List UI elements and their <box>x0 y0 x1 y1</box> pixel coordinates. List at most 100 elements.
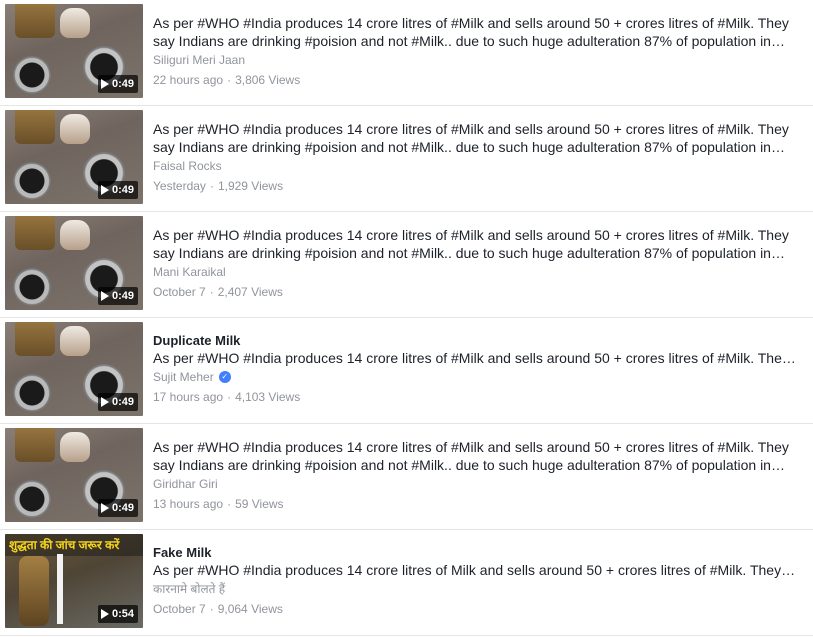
video-duration-badge: 0:49 <box>97 181 138 199</box>
video-timestamp[interactable]: October 7 <box>153 602 206 616</box>
video-stats: 13 hours ago · 59 Views <box>153 496 798 512</box>
video-stats: October 7 · 2,407 Views <box>153 284 798 300</box>
video-author[interactable]: Faisal Rocks <box>153 158 798 174</box>
hand-shape <box>60 8 90 38</box>
video-view-count: 59 Views <box>235 497 284 511</box>
play-icon <box>100 609 109 619</box>
separator-dot: · <box>209 285 214 299</box>
video-duration-badge: 0:54 <box>97 605 138 623</box>
video-timestamp[interactable]: Yesterday <box>153 179 206 193</box>
video-meta: As per #WHO #India produces 14 crore lit… <box>153 438 798 512</box>
video-list-item[interactable]: शुद्धता की जांच जरूर करें 0:54 Fake Milk As… <box>0 530 813 636</box>
video-meta: Fake Milk As per #WHO #India produces 14 … <box>153 544 798 617</box>
jar-shape <box>15 428 55 462</box>
video-stats: October 7 · 9,064 Views <box>153 601 798 617</box>
play-icon <box>100 291 109 301</box>
video-meta: As per #WHO #India produces 14 crore lit… <box>153 14 798 88</box>
bottle-shape <box>19 556 49 626</box>
video-thumbnail[interactable]: 0:49 <box>5 110 143 204</box>
video-author[interactable]: कारनामे बोलते हैं <box>153 581 798 597</box>
duration-text: 0:49 <box>111 396 134 408</box>
video-description[interactable]: As per #WHO #India produces 14 crore lit… <box>153 561 798 579</box>
steel-glass-shape <box>13 162 51 200</box>
video-thumbnail[interactable]: शुद्धता की जांच जरूर करें 0:54 <box>5 534 143 628</box>
steel-glass-shape <box>13 268 51 306</box>
video-title[interactable]: Duplicate Milk <box>153 332 798 349</box>
duration-text: 0:54 <box>111 608 134 620</box>
play-icon <box>100 397 109 407</box>
duration-text: 0:49 <box>111 502 134 514</box>
video-meta: As per #WHO #India produces 14 crore lit… <box>153 226 798 300</box>
video-author[interactable]: Mani Karaikal <box>153 264 798 280</box>
video-view-count: 1,929 Views <box>217 179 284 193</box>
video-duration-badge: 0:49 <box>97 499 138 517</box>
separator-dot: · <box>227 390 232 404</box>
steel-glass-shape <box>13 56 51 94</box>
video-list-item[interactable]: 0:49 As per #WHO #India produces 14 crore… <box>0 106 813 212</box>
video-view-count: 2,407 Views <box>217 285 283 299</box>
play-icon <box>100 503 109 513</box>
jar-shape <box>15 322 55 356</box>
video-duration-badge: 0:49 <box>97 287 138 305</box>
video-view-count: 3,806 Views <box>235 73 301 87</box>
author-name[interactable]: कारनामे बोलते हैं <box>153 581 225 597</box>
video-list-item[interactable]: 0:49 Duplicate Milk As per #WHO #India pro… <box>0 318 813 424</box>
separator-dot: · <box>209 179 214 193</box>
duration-text: 0:49 <box>111 78 134 90</box>
author-name[interactable]: Mani Karaikal <box>153 264 226 280</box>
video-timestamp[interactable]: 17 hours ago <box>153 390 223 404</box>
jar-shape <box>15 4 55 38</box>
video-list-item[interactable]: 0:49 As per #WHO #India produces 14 crore… <box>0 0 813 106</box>
video-view-count: 9,064 Views <box>217 602 283 616</box>
video-author[interactable]: Giridhar Giri <box>153 476 798 492</box>
video-timestamp[interactable]: October 7 <box>153 285 206 299</box>
video-description[interactable]: As per #WHO #India produces 14 crore lit… <box>153 438 798 474</box>
separator-dot: · <box>227 73 232 87</box>
video-description[interactable]: As per #WHO #India produces 14 crore lit… <box>153 120 798 156</box>
video-stats: 17 hours ago · 4,103 Views <box>153 389 798 405</box>
video-thumbnail[interactable]: 0:49 <box>5 4 143 98</box>
author-name[interactable]: Giridhar Giri <box>153 476 218 492</box>
steel-glass-shape <box>13 480 51 518</box>
duration-text: 0:49 <box>111 290 134 302</box>
video-description[interactable]: As per #WHO #India produces 14 crore lit… <box>153 349 798 367</box>
video-view-count: 4,103 Views <box>235 390 301 404</box>
author-name[interactable]: Sujit Meher <box>153 369 214 385</box>
milk-pour-shape <box>57 554 63 624</box>
video-timestamp[interactable]: 22 hours ago <box>153 73 223 87</box>
thumbnail-banner-text: शुद्धता की जांच जरूर करें <box>5 534 143 556</box>
play-icon <box>100 79 109 89</box>
author-name[interactable]: Faisal Rocks <box>153 158 222 174</box>
video-stats: 22 hours ago · 3,806 Views <box>153 72 798 88</box>
video-meta: Duplicate Milk As per #WHO #India produce… <box>153 332 798 405</box>
video-description[interactable]: As per #WHO #India produces 14 crore lit… <box>153 14 798 50</box>
separator-dot: · <box>209 602 214 616</box>
video-thumbnail[interactable]: 0:49 <box>5 428 143 522</box>
verified-badge-icon: ✓ <box>218 371 231 383</box>
hand-shape <box>60 326 90 356</box>
video-meta: As per #WHO #India produces 14 crore lit… <box>153 120 798 194</box>
video-author[interactable]: Sujit Meher ✓ <box>153 369 798 385</box>
separator-dot: · <box>227 497 232 511</box>
video-list: 0:49 As per #WHO #India produces 14 crore… <box>0 0 813 636</box>
video-thumbnail[interactable]: 0:49 <box>5 216 143 310</box>
video-list-item[interactable]: 0:49 As per #WHO #India produces 14 crore… <box>0 424 813 530</box>
video-duration-badge: 0:49 <box>97 393 138 411</box>
author-name[interactable]: Siliguri Meri Jaan <box>153 52 245 68</box>
play-icon <box>100 185 109 195</box>
jar-shape <box>15 216 55 250</box>
video-stats: Yesterday · 1,929 Views <box>153 178 798 194</box>
video-author[interactable]: Siliguri Meri Jaan <box>153 52 798 68</box>
hand-shape <box>60 432 90 462</box>
video-list-item[interactable]: 0:49 As per #WHO #India produces 14 crore… <box>0 212 813 318</box>
hand-shape <box>60 114 90 144</box>
video-title[interactable]: Fake Milk <box>153 544 798 561</box>
video-description[interactable]: As per #WHO #India produces 14 crore lit… <box>153 226 798 262</box>
video-timestamp[interactable]: 13 hours ago <box>153 497 223 511</box>
jar-shape <box>15 110 55 144</box>
video-thumbnail[interactable]: 0:49 <box>5 322 143 416</box>
hand-shape <box>60 220 90 250</box>
steel-glass-shape <box>13 374 51 412</box>
video-duration-badge: 0:49 <box>97 75 138 93</box>
duration-text: 0:49 <box>111 184 134 196</box>
